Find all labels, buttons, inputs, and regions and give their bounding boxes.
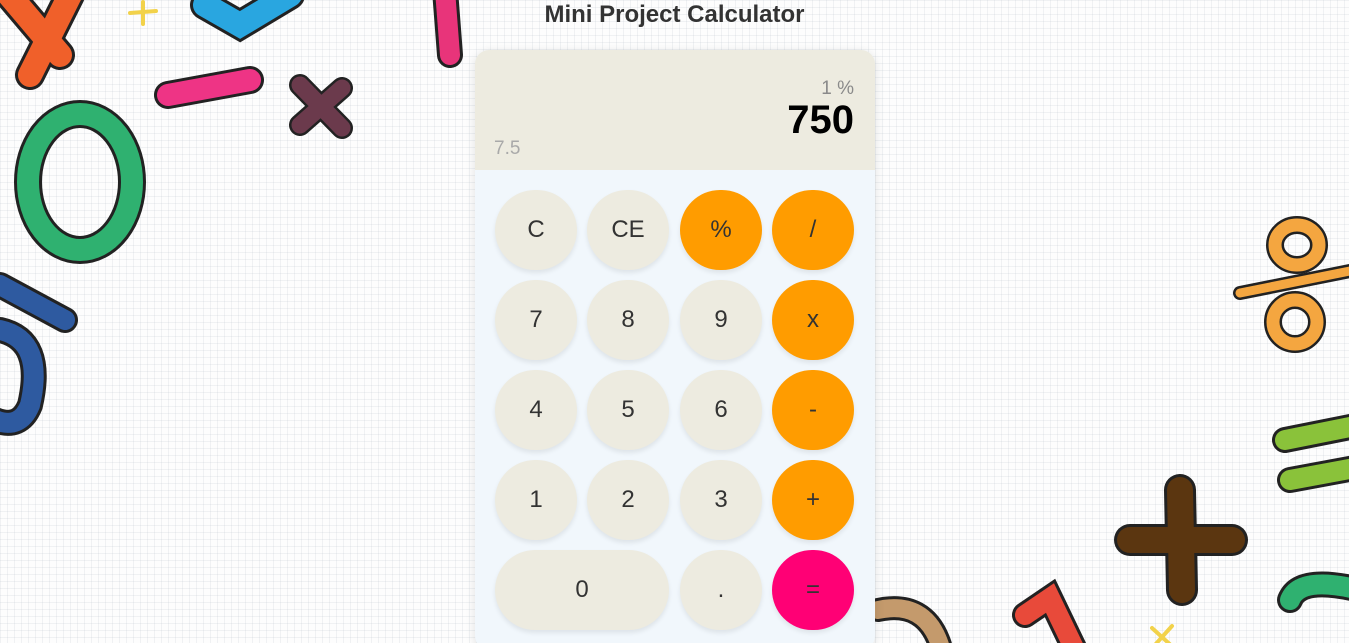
green-zero-decoration bbox=[14, 100, 146, 264]
clear-entry-button[interactable]: CE bbox=[587, 190, 669, 270]
blue-nine-decoration bbox=[0, 272, 78, 436]
clear-button[interactable]: C bbox=[495, 190, 577, 270]
calculator-display: 1 % 750 7.5 bbox=[475, 50, 875, 170]
digit-9-button[interactable]: 9 bbox=[680, 280, 762, 360]
brown-plus-decoration bbox=[1114, 474, 1248, 606]
result-text: 750 bbox=[787, 98, 854, 142]
orange-percent-decoration bbox=[1233, 216, 1349, 353]
multiply-button[interactable]: x bbox=[772, 280, 854, 360]
digit-0-button[interactable]: 0 bbox=[495, 550, 669, 630]
yellow-x-decoration bbox=[1150, 624, 1174, 643]
equals-button[interactable]: = bbox=[772, 550, 854, 630]
digit-8-button[interactable]: 8 bbox=[587, 280, 669, 360]
purple-x-decoration bbox=[289, 74, 353, 139]
previous-value-text: 7.5 bbox=[494, 138, 521, 159]
expression-text: 1 % bbox=[821, 78, 854, 99]
page-title: Mini Project Calculator bbox=[544, 1, 805, 28]
tan-curve-decoration bbox=[866, 596, 952, 643]
pink-minus-decoration bbox=[154, 66, 264, 109]
decimal-button[interactable]: . bbox=[680, 550, 762, 630]
divide-button[interactable]: / bbox=[772, 190, 854, 270]
digit-4-button[interactable]: 4 bbox=[495, 370, 577, 450]
calculator: 1 % 750 7.5 C CE % / 7 8 9 x 4 5 6 - 1 2… bbox=[475, 50, 875, 643]
digit-7-button[interactable]: 7 bbox=[495, 280, 577, 360]
red-one-decoration bbox=[1012, 578, 1087, 643]
digit-2-button[interactable]: 2 bbox=[587, 460, 669, 540]
digit-1-button[interactable]: 1 bbox=[495, 460, 577, 540]
green-equals-decoration bbox=[1272, 413, 1349, 493]
green-curve-decoration bbox=[1277, 571, 1349, 613]
digit-6-button[interactable]: 6 bbox=[680, 370, 762, 450]
digit-5-button[interactable]: 5 bbox=[587, 370, 669, 450]
digit-3-button[interactable]: 3 bbox=[680, 460, 762, 540]
percent-button[interactable]: % bbox=[680, 190, 762, 270]
subtract-button[interactable]: - bbox=[772, 370, 854, 450]
add-button[interactable]: + bbox=[772, 460, 854, 540]
